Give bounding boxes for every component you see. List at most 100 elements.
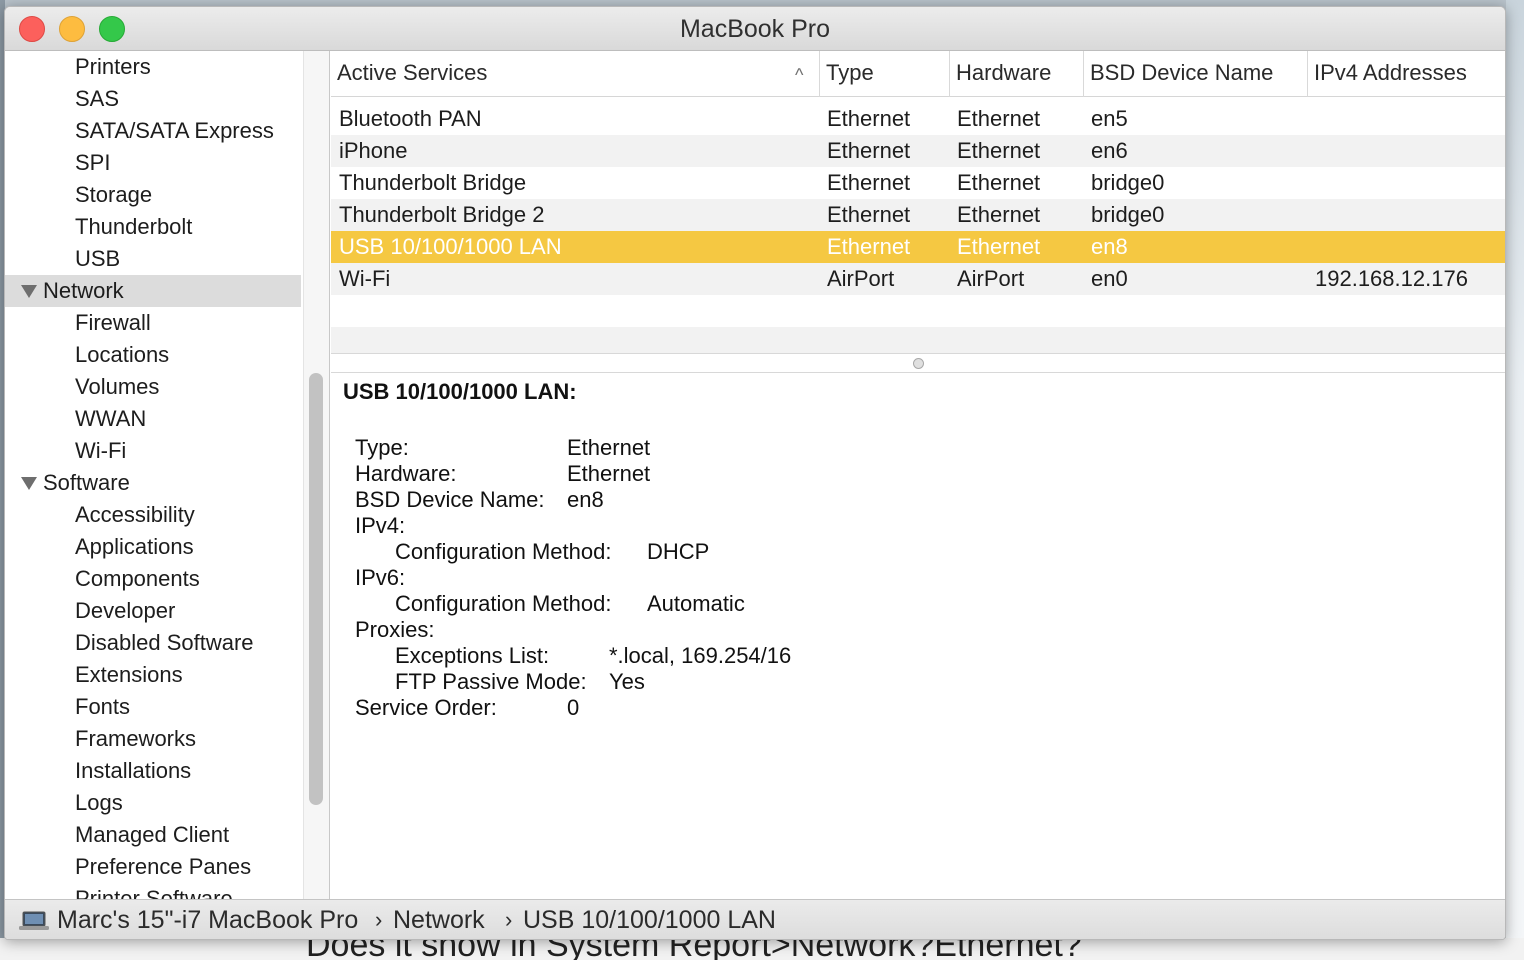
sidebar-item-software[interactable]: Software — [5, 467, 301, 499]
cell-type: Ethernet — [827, 138, 911, 163]
column-header-type[interactable]: Type — [819, 51, 949, 97]
cell-bsd-device-name: en6 — [1091, 138, 1128, 163]
sidebar-item-accessibility[interactable]: Accessibility — [5, 499, 301, 531]
table-row[interactable]: Wi-Fi AirPort AirPort en0 192.168.12.176 — [331, 263, 1505, 295]
split-view-divider[interactable] — [331, 353, 1505, 373]
table-row[interactable]: USB 10/100/1000 LAN Ethernet Ethernet en8 — [331, 231, 1505, 263]
type-label: Type: — [355, 435, 409, 460]
sidebar-item-wwan[interactable]: WWAN — [5, 403, 301, 435]
background-page: Does it show in System Report>Network?Et… — [0, 938, 1524, 960]
sidebar-item-network[interactable]: Network — [5, 275, 301, 307]
cell-service: Thunderbolt Bridge 2 — [339, 202, 545, 227]
title-bar[interactable]: MacBook Pro — [5, 7, 1505, 51]
sidebar-item-label: Printer Software — [75, 886, 233, 899]
cell-type: Ethernet — [827, 170, 911, 195]
column-header-bsd-device-name[interactable]: BSD Device Name — [1083, 51, 1307, 97]
sidebar-item-label: Thunderbolt — [75, 214, 193, 239]
exceptions-list-label: Exceptions List: — [395, 643, 550, 668]
sidebar-item-spi[interactable]: SPI — [5, 147, 301, 179]
cell-hardware: AirPort — [957, 266, 1025, 291]
sidebar-item-label: Wi-Fi — [75, 438, 127, 463]
cell-bsd-device-name: en5 — [1091, 106, 1128, 131]
sidebar-item-sas[interactable]: SAS — [5, 83, 301, 115]
bsd-device-name-label: BSD Device Name: — [355, 487, 545, 512]
sidebar-item-label: Volumes — [75, 374, 160, 399]
sidebar-item-printer-software[interactable]: Printer Software — [5, 883, 301, 899]
sidebar-item-volumes[interactable]: Volumes — [5, 371, 301, 403]
column-header-active-services[interactable]: Active Services — [331, 51, 819, 97]
sidebar-item-wi-fi[interactable]: Wi-Fi — [5, 435, 301, 467]
cell-type: Ethernet — [827, 234, 911, 259]
ipv4-label: IPv4: — [355, 513, 406, 538]
column-header-ipv4-addresses[interactable]: IPv4 Addresses — [1307, 51, 1505, 97]
sidebar-item-storage[interactable]: Storage — [5, 179, 301, 211]
sidebar-item-label: Locations — [75, 342, 170, 367]
sidebar-item-label: Extensions — [75, 662, 183, 687]
ipv4-configuration-method-value: DHCP — [647, 539, 710, 564]
path-item-network[interactable]: Network — [393, 900, 485, 939]
sidebar-item-installations[interactable]: Installations — [5, 755, 301, 787]
sidebar-item-label: Disabled Software — [75, 630, 254, 655]
cell-bsd-device-name: bridge0 — [1091, 202, 1165, 227]
sidebar-item-components[interactable]: Components — [5, 563, 301, 595]
cell-bsd-device-name: bridge0 — [1091, 170, 1165, 195]
window-title: MacBook Pro — [679, 15, 831, 43]
laptop-icon — [19, 911, 49, 930]
sidebar-item-sata-sata-express[interactable]: SATA/SATA Express — [5, 115, 301, 147]
table-header: Active Services ^ Type Hardware BSD Devi… — [331, 51, 1505, 97]
sidebar-item-label: Applications — [75, 534, 194, 559]
sidebar-item-thunderbolt[interactable]: Thunderbolt — [5, 211, 301, 243]
sidebar-item-preference-panes[interactable]: Preference Panes — [5, 851, 301, 883]
disclosure-triangle-icon[interactable] — [21, 477, 37, 490]
cell-hardware: Ethernet — [957, 202, 1041, 227]
sidebar: Printers SAS SATA/SATA Express SPI Storage Th… — [5, 51, 330, 899]
column-header-hardware[interactable]: Hardware — [949, 51, 1083, 97]
sidebar-item-managed-client[interactable]: Managed Client — [5, 819, 301, 851]
sidebar-item-label: Managed Client — [75, 822, 230, 847]
table-row[interactable]: iPhone Ethernet Ethernet en6 — [331, 135, 1505, 167]
path-item-usb-lan[interactable]: USB 10/100/1000 LAN — [523, 900, 776, 939]
cell-service: iPhone — [339, 138, 408, 163]
sidebar-item-usb[interactable]: USB — [5, 243, 301, 275]
table-row[interactable]: Thunderbolt Bridge Ethernet Ethernet bridge… — [331, 167, 1505, 199]
sidebar-item-logs[interactable]: Logs — [5, 787, 301, 819]
cell-hardware: Ethernet — [957, 170, 1041, 195]
sidebar-item-label: SATA/SATA Express — [75, 118, 274, 143]
table-row[interactable]: Bluetooth PAN Ethernet Ethernet en5 — [331, 103, 1505, 135]
type-value: Ethernet — [567, 435, 651, 460]
sidebar-item-label: Installations — [75, 758, 192, 783]
sidebar-item-label: Accessibility — [75, 502, 195, 527]
cell-service: Wi-Fi — [339, 266, 391, 291]
path-separator: › — [505, 907, 513, 932]
sidebar-item-disabled-software[interactable]: Disabled Software — [5, 627, 301, 659]
sidebar-scrollbar-thumb[interactable] — [309, 373, 323, 805]
exceptions-list-value: *.local, 169.254/16 — [609, 643, 792, 668]
sidebar-item-label: Frameworks — [75, 726, 197, 751]
sidebar-item-label: Printers — [75, 54, 151, 79]
divider-handle[interactable] — [913, 358, 924, 369]
sidebar-item-label: Firewall — [75, 310, 151, 335]
sidebar-item-locations[interactable]: Locations — [5, 339, 301, 371]
bsd-device-name-value: en8 — [567, 487, 604, 512]
cell-ipv4-address: 192.168.12.176 — [1315, 266, 1468, 291]
cell-bsd-device-name: en0 — [1091, 266, 1128, 291]
sidebar-item-label: Network — [43, 278, 124, 303]
hardware-value: Ethernet — [567, 461, 651, 486]
sidebar-item-firewall[interactable]: Firewall — [5, 307, 301, 339]
path-item-computer[interactable]: Marc's 15"-i7 MacBook Pro — [57, 900, 358, 939]
sidebar-item-developer[interactable]: Developer — [5, 595, 301, 627]
sidebar-item-label: Fonts — [75, 694, 131, 719]
cell-service: Thunderbolt Bridge — [339, 170, 527, 195]
disclosure-triangle-icon[interactable] — [21, 285, 37, 298]
table-row[interactable]: Thunderbolt Bridge 2 Ethernet Ethernet brid… — [331, 199, 1505, 231]
sidebar-item-extensions[interactable]: Extensions — [5, 659, 301, 691]
sidebar-item-fonts[interactable]: Fonts — [5, 691, 301, 723]
sidebar-item-applications[interactable]: Applications — [5, 531, 301, 563]
sidebar-item-label: Storage — [75, 182, 153, 207]
sidebar-item-frameworks[interactable]: Frameworks — [5, 723, 301, 755]
cell-type: Ethernet — [827, 106, 911, 131]
service-order-label: Service Order: — [355, 695, 497, 720]
path-bar: Marc's 15"-i7 MacBook Pro › Network › US… — [5, 899, 1505, 939]
sidebar-item-printers[interactable]: Printers — [5, 51, 301, 83]
cell-hardware: Ethernet — [957, 138, 1041, 163]
